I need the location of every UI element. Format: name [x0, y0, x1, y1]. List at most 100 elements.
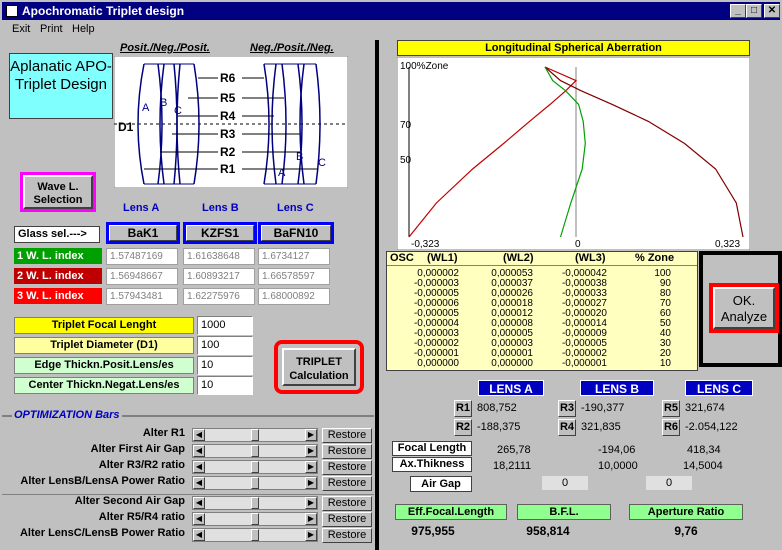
slider-right-arrow-icon[interactable]: ▶: [305, 513, 317, 525]
slider-left-arrow-icon[interactable]: ◀: [193, 429, 205, 441]
wl-index-label-2: 2 W. L. index: [14, 268, 102, 284]
slider-left-arrow-icon[interactable]: ◀: [193, 529, 205, 541]
restore-button-3[interactable]: Restore: [322, 476, 372, 491]
menu-bar: Exit Print Help: [2, 21, 780, 39]
osc-cell: -0,000005: [413, 288, 459, 299]
slider-right-arrow-icon[interactable]: ▶: [305, 477, 317, 489]
restore-button-1[interactable]: Restore: [322, 444, 372, 459]
slider-thumb[interactable]: [251, 477, 259, 489]
slider-thumb[interactable]: [251, 429, 259, 441]
glass-name-a: BaK1: [109, 225, 177, 241]
triplet-calculation-button[interactable]: TRIPLET Calculation: [282, 348, 356, 386]
close-button[interactable]: ✕: [764, 4, 780, 18]
thickness-c: 14,5004: [683, 460, 723, 472]
osc-cell: 10: [659, 358, 671, 369]
osc-row: -0,000001 0,000001 -0,000002 20: [387, 348, 699, 359]
schematic-title-left: Posit./Neg./Posit.: [120, 42, 210, 54]
slider-thumb[interactable]: [251, 529, 259, 541]
param-input-1[interactable]: 100: [197, 336, 253, 355]
opt-slider-4[interactable]: ◀ ▶: [192, 496, 318, 510]
title-bar: Apochromatic Triplet design: [2, 2, 780, 20]
chart-ylabel: 100%Zone: [400, 61, 449, 72]
wl-index-label-3: 3 W. L. index: [14, 288, 102, 304]
thickness-b: 10,0000: [598, 460, 638, 472]
glass-select-lens-a[interactable]: BaK1: [106, 222, 180, 244]
glass-select-lens-b[interactable]: KZFS1: [183, 222, 257, 244]
opt-label-1: Alter First Air Gap: [90, 443, 185, 455]
slider-right-arrow-icon[interactable]: ▶: [305, 461, 317, 473]
lens-letter-left-c: C: [174, 105, 182, 117]
panel-divider: [375, 40, 379, 550]
opt-slider-0[interactable]: ◀ ▶: [192, 428, 318, 442]
r4-value: 321,835: [581, 421, 621, 433]
glass-select-lens-c[interactable]: BaFN10: [258, 222, 334, 244]
restore-button-5[interactable]: Restore: [322, 512, 372, 527]
osc-cell: 0,000000: [417, 358, 459, 369]
restore-button-4[interactable]: Restore: [322, 496, 372, 511]
menu-print[interactable]: Print: [40, 23, 63, 35]
slider-right-arrow-icon[interactable]: ▶: [305, 529, 317, 541]
osc-cell: -0,000042: [561, 268, 607, 279]
menu-help[interactable]: Help: [72, 23, 95, 35]
opt-slider-3[interactable]: ◀ ▶: [192, 476, 318, 490]
menu-exit[interactable]: Exit: [12, 23, 30, 35]
lens-letter-right-a: A: [278, 167, 286, 179]
slider-left-arrow-icon[interactable]: ◀: [193, 513, 205, 525]
radius-label-r1: R1: [220, 162, 236, 176]
opt-slider-6[interactable]: ◀ ▶: [192, 528, 318, 542]
triplet-calc-frame: TRIPLET Calculation: [274, 340, 364, 394]
param-input-2[interactable]: 10: [197, 356, 253, 375]
osc-row: -0,000003 0,000005 -0,000009 40: [387, 328, 699, 339]
opt-label-6: Alter LensC/LensB Power Ratio: [19, 527, 185, 539]
lens-schematic: R6 R5 R4 R3 R2 R1 A B C A B C: [114, 56, 348, 188]
radius-label-r3: R3: [220, 127, 236, 141]
lens-c-header: Lens C: [277, 202, 314, 214]
app-window: Apochromatic Triplet design _ □ ✕ Exit P…: [0, 0, 782, 550]
slider-right-arrow-icon[interactable]: ▶: [305, 445, 317, 457]
slider-thumb[interactable]: [251, 461, 259, 473]
slider-left-arrow-icon[interactable]: ◀: [193, 497, 205, 509]
osc-row: -0,000003 0,000037 -0,000038 90: [387, 278, 699, 289]
lens-letter-right-b: B: [296, 151, 303, 163]
osc-cell: -0,000009: [561, 328, 607, 339]
opt-label-0: Alter R1: [142, 427, 185, 439]
param-input-3[interactable]: 10: [197, 376, 253, 395]
wavel-selection-button[interactable]: Wave L. Selection: [23, 175, 93, 209]
restore-button-6[interactable]: Restore: [322, 528, 372, 543]
osc-cell: -0,000038: [561, 278, 607, 289]
slider-left-arrow-icon[interactable]: ◀: [193, 477, 205, 489]
slider-thumb[interactable]: [251, 513, 259, 525]
wl-index-value-3-c: 1.68000892: [258, 288, 330, 305]
slider-thumb[interactable]: [251, 445, 259, 457]
maximize-button[interactable]: □: [746, 4, 762, 18]
restore-button-2[interactable]: Restore: [322, 460, 372, 475]
osc-cell: 0,000018: [491, 298, 533, 309]
r2-label: R2: [454, 419, 472, 436]
slider-left-arrow-icon[interactable]: ◀: [193, 461, 205, 473]
opt-slider-2[interactable]: ◀ ▶: [192, 460, 318, 474]
slider-right-arrow-icon[interactable]: ▶: [305, 497, 317, 509]
wl-index-value-1-b: 1.61638648: [183, 248, 255, 265]
osc-cell: 70: [659, 298, 671, 309]
opt-slider-1[interactable]: ◀ ▶: [192, 444, 318, 458]
osc-cell: -0,000020: [561, 308, 607, 319]
lens-a-header: Lens A: [123, 202, 160, 214]
param-label-1: Triplet Diameter (D1): [14, 337, 194, 354]
lens-letter-left-b: B: [160, 97, 167, 109]
eff-focal-length-value: 975,955: [411, 524, 455, 538]
slider-right-arrow-icon[interactable]: ▶: [305, 429, 317, 441]
opt-slider-5[interactable]: ◀ ▶: [192, 512, 318, 526]
param-input-0[interactable]: 1000: [197, 316, 253, 335]
osc-cell: -0,000001: [413, 348, 459, 359]
slider-left-arrow-icon[interactable]: ◀: [193, 445, 205, 457]
ax-thickness-label: Ax.Thikness: [392, 457, 472, 472]
slider-thumb[interactable]: [251, 497, 259, 509]
osc-cell: 40: [659, 328, 671, 339]
wl-index-value-2-a: 1.56948667: [106, 268, 178, 285]
restore-button-0[interactable]: Restore: [322, 428, 372, 443]
thickness-a: 18,2111: [493, 460, 532, 472]
r6-label: R6: [662, 419, 680, 436]
ok-analyze-button[interactable]: OK. Analyze: [713, 287, 775, 329]
minimize-button[interactable]: _: [730, 4, 746, 18]
osc-cell: 0,000005: [491, 328, 533, 339]
